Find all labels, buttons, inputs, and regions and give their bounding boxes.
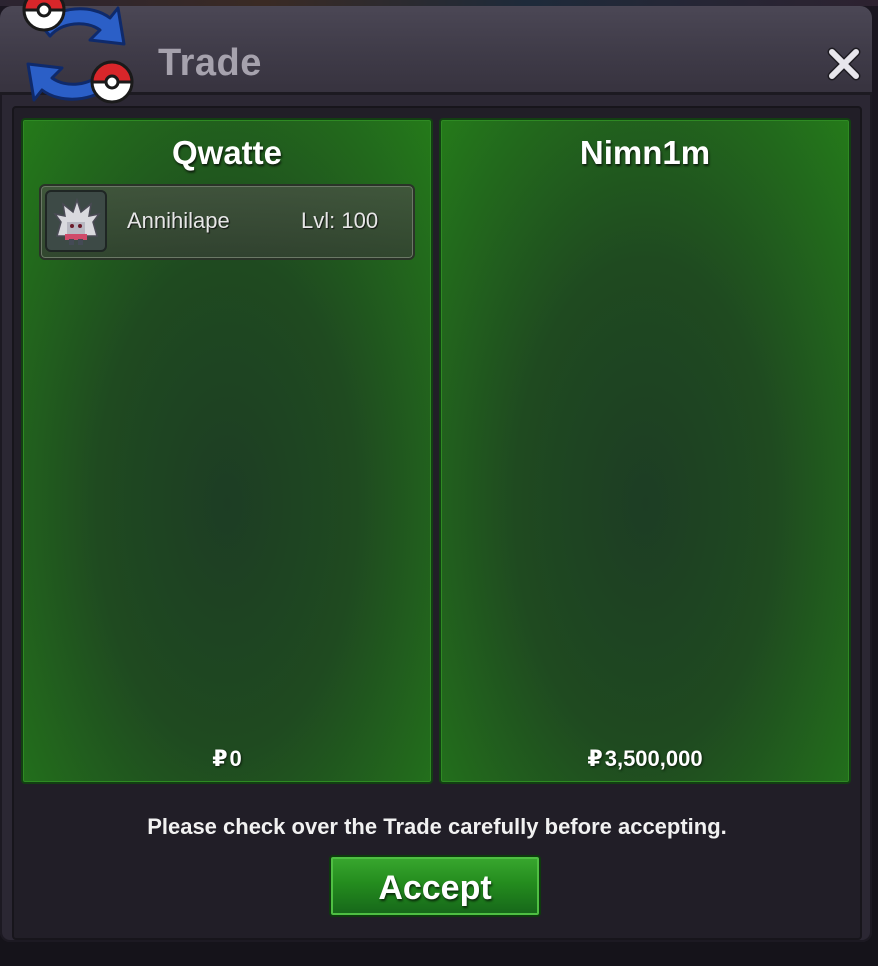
annihilape-sprite-icon [45, 190, 107, 252]
accept-button-label: Accept [378, 869, 492, 907]
trade-swap-icon [22, 0, 134, 104]
my-offer-panel: Qwatte Annihilape Lvl: 100 ₽0 [21, 118, 433, 784]
money-amount-right: 3,500,000 [604, 746, 703, 771]
accept-button[interactable]: Accept [329, 855, 541, 917]
player-name-left: Qwatte [171, 134, 283, 171]
money-amount-left: 0 [229, 746, 242, 771]
trade-content: Qwatte Annihilape Lvl: 100 ₽0 Nimn1m ₽3,… [12, 106, 862, 940]
trade-window: Trade Qwatte Annihilape Lvl: 100 ₽0 Nimn… [0, 0, 872, 942]
partner-offer-panel: Nimn1m ₽3,500,000 [439, 118, 851, 784]
item-level: Lvl: 100 [301, 208, 379, 233]
close-icon[interactable] [824, 44, 864, 84]
trade-item-slot[interactable]: Annihilape Lvl: 100 [39, 184, 415, 260]
game-screen: Trade Qwatte Annihilape Lvl: 100 ₽0 Nimn… [0, 0, 878, 966]
player-name-right: Nimn1m [579, 134, 711, 171]
trade-notice: Please check over the Trade carefully be… [147, 814, 727, 839]
item-name: Annihilape [127, 208, 230, 233]
money-left: ₽0 [23, 746, 431, 772]
currency-symbol: ₽ [212, 746, 228, 771]
currency-symbol: ₽ [587, 746, 603, 771]
window-title: Trade [158, 42, 262, 84]
money-right: ₽3,500,000 [441, 746, 849, 772]
